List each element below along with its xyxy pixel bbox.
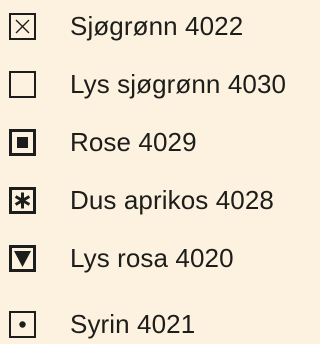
legend-label: Sjøgrønn 4022	[70, 11, 244, 41]
box-triangle-down-icon	[9, 244, 36, 272]
box-cross-icon	[9, 12, 36, 40]
box-empty-icon	[9, 70, 36, 98]
symbol-legend: Sjøgrønn 4022 Lys sjøgrønn 4030 Rose 402…	[0, 0, 310, 343]
box-filled-square-icon	[9, 128, 36, 156]
legend-label: Syrin 4021	[70, 309, 196, 339]
box-asterisk-icon	[9, 186, 36, 214]
legend-label: Lys rosa 4020	[70, 243, 234, 273]
legend-label: Rose 4029	[70, 127, 197, 157]
box-dot-icon	[9, 310, 36, 338]
legend-label: Dus aprikos 4028	[70, 185, 274, 215]
legend-label: Lys sjøgrønn 4030	[70, 69, 287, 99]
